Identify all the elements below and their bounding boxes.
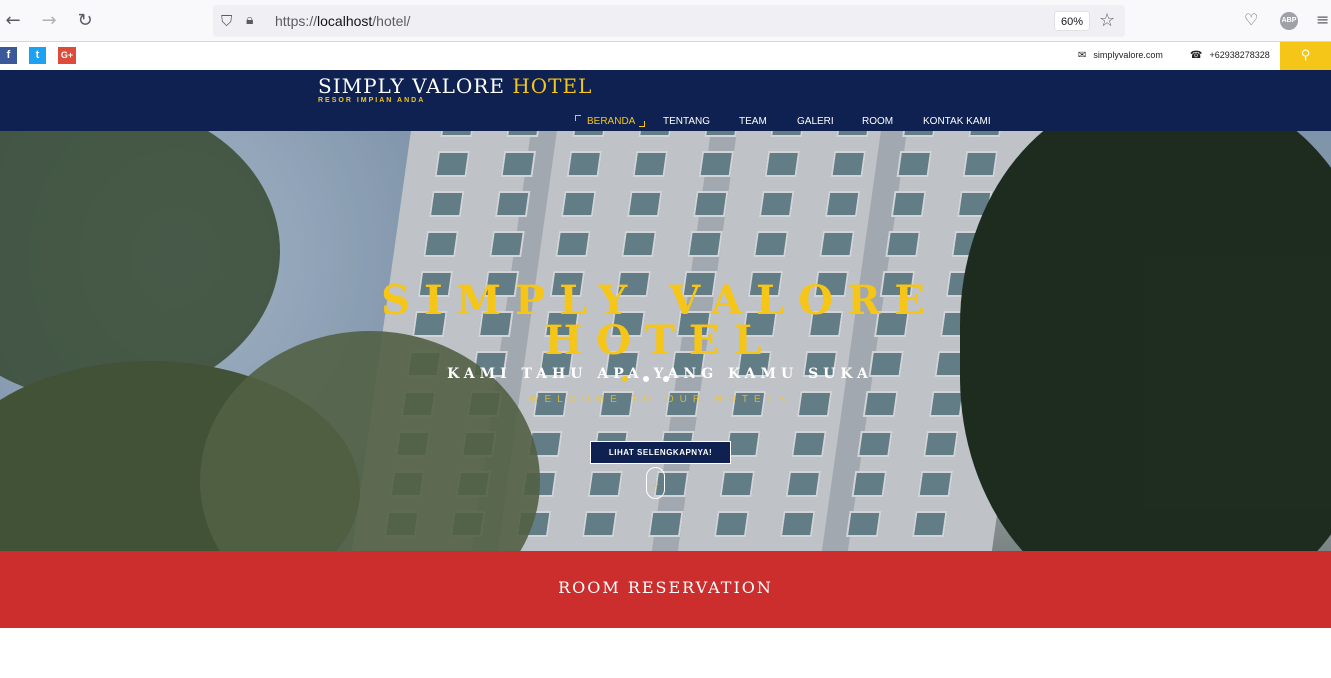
lock-icon[interactable]: 🔒︎ xyxy=(246,12,253,28)
facebook-icon[interactable]: f xyxy=(0,47,17,64)
browser-toolbar: ← → ↻ ⛉ 🔒︎ https://localhost/hotel/ 60% … xyxy=(0,0,1331,42)
twitter-icon[interactable]: t xyxy=(29,47,46,64)
phone-text: +62938278328 xyxy=(1209,50,1270,60)
pocket-icon[interactable]: ♡ xyxy=(1244,10,1258,29)
phone-icon: ☎ xyxy=(1190,50,1203,61)
site-logo[interactable]: SIMPLY VALORE HOTEL xyxy=(318,74,592,98)
forward-icon[interactable]: → xyxy=(38,10,60,32)
search-button[interactable]: ⚲ xyxy=(1280,42,1331,70)
hero-title-line1: SIMPLY VALORE xyxy=(381,277,939,324)
url-bar[interactable]: ⛉ 🔒︎ https://localhost/hotel/ 60% ☆ xyxy=(213,5,1125,37)
nav-item-room[interactable]: ROOM xyxy=(862,116,893,127)
envelope-icon: ✉ xyxy=(1078,50,1087,61)
scroll-down-icon[interactable]: ↓ xyxy=(646,467,665,499)
back-icon[interactable]: ← xyxy=(2,10,24,32)
nav-item-galeri[interactable]: GALERI xyxy=(797,116,834,127)
see-more-button[interactable]: LIHAT SELENGKAPNYA! xyxy=(590,441,731,464)
hero-title-line2: HOTEL xyxy=(544,317,776,364)
nav-item-team[interactable]: TEAM xyxy=(739,116,767,127)
bookmark-star-icon[interactable]: ☆ xyxy=(1099,10,1115,31)
slider-dot[interactable] xyxy=(643,376,649,382)
hero-subtitle: KAMI TAHU APA YANG KAMU SUKA xyxy=(447,366,873,382)
nav-item-beranda[interactable]: BERANDA xyxy=(587,116,635,127)
nav-item-kontak-kami[interactable]: KONTAK KAMI xyxy=(923,116,991,127)
menu-hamburger-icon[interactable]: ≡ xyxy=(1316,10,1329,29)
brand-accent: HOTEL xyxy=(512,74,593,98)
email-contact[interactable]: ✉ simplyvalore.com xyxy=(1078,50,1163,61)
brand-main: SIMPLY VALORE xyxy=(318,74,505,98)
phone-contact[interactable]: ☎ +62938278328 xyxy=(1190,50,1270,61)
nav-item-tentang[interactable]: TENTANG xyxy=(663,116,710,127)
google-plus-icon[interactable]: G+ xyxy=(58,47,76,64)
shield-icon[interactable]: ⛉ xyxy=(221,12,232,30)
adblock-icon[interactable]: ABP xyxy=(1280,12,1298,30)
active-bracket-left xyxy=(575,115,581,121)
search-icon: ⚲ xyxy=(1300,48,1311,63)
reservation-title: ROOM RESERVATION xyxy=(558,578,773,597)
site-tagline: RESOR IMPIAN ANDA xyxy=(318,97,426,104)
slider-dot[interactable] xyxy=(622,376,628,382)
email-text: simplyvalore.com xyxy=(1093,50,1163,60)
url-text[interactable]: https://localhost/hotel/ xyxy=(275,13,410,29)
hero-welcome: WELCOME TO OUR HOTELS xyxy=(529,394,791,405)
slider-dot[interactable] xyxy=(663,376,669,382)
zoom-level[interactable]: 60% xyxy=(1054,11,1091,31)
active-bracket-right xyxy=(639,121,645,127)
reload-icon[interactable]: ↻ xyxy=(74,10,96,32)
